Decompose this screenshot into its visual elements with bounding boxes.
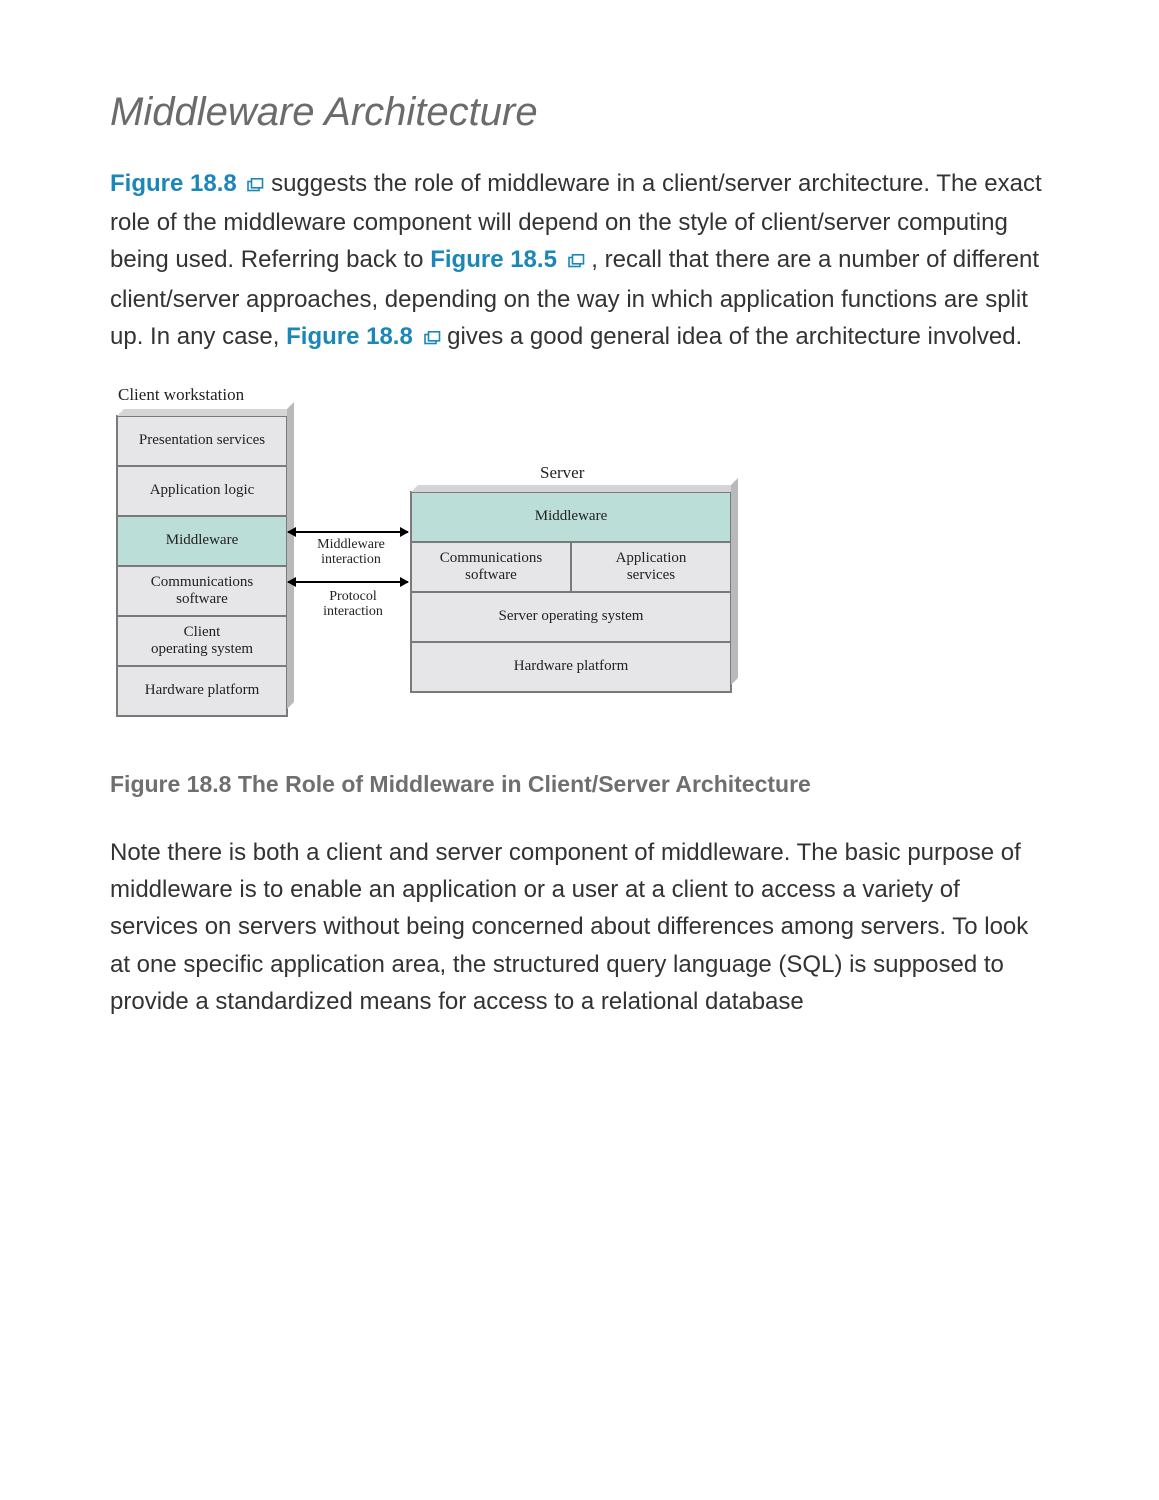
middleware-architecture-diagram: Client workstation Server Presentation s… — [110, 385, 770, 745]
client-workstation-label: Client workstation — [118, 385, 244, 405]
server-communications-layer: Communications software — [411, 542, 571, 592]
client-stack: Presentation services Application logic … — [116, 415, 288, 717]
intro-paragraph: Figure 18.8 suggests the role of middlew… — [110, 165, 1049, 357]
figure-ref-label: Figure 18.8 — [110, 170, 237, 197]
text-fragment: gives a good general idea of the archite… — [447, 323, 1022, 350]
section-heading: Middleware Architecture — [110, 90, 1049, 135]
figure-ref-label: Figure 18.8 — [286, 323, 413, 350]
server-os-layer: Server operating system — [411, 592, 731, 642]
figure-caption: Figure 18.8 The Role of Middleware in Cl… — [110, 771, 1049, 798]
popup-icon — [246, 167, 264, 204]
figure-ref-18-5[interactable]: Figure 18.5 — [430, 246, 591, 273]
figure-ref-18-8-a[interactable]: Figure 18.8 — [110, 170, 271, 197]
popup-icon — [567, 243, 585, 280]
protocol-interaction-arrow — [288, 581, 408, 583]
figure-ref-18-8-b[interactable]: Figure 18.8 — [286, 323, 447, 350]
server-hardware-layer: Hardware platform — [411, 642, 731, 692]
middleware-interaction-label: Middleware interaction — [308, 537, 394, 568]
client-communications-layer: Communications software — [117, 566, 287, 616]
server-application-services-layer: Application services — [571, 542, 731, 592]
server-middleware-layer: Middleware — [411, 492, 731, 542]
middleware-interaction-arrow — [288, 531, 408, 533]
server-stack: Middleware Communications software Appli… — [410, 491, 732, 693]
protocol-interaction-label: Protocol interaction — [316, 589, 390, 620]
popup-icon — [423, 320, 441, 357]
figure-ref-label: Figure 18.5 — [430, 246, 557, 273]
client-presentation-layer: Presentation services — [117, 416, 287, 466]
server-label: Server — [540, 463, 584, 483]
client-hardware-layer: Hardware platform — [117, 666, 287, 716]
client-application-logic-layer: Application logic — [117, 466, 287, 516]
body-paragraph: Note there is both a client and server c… — [110, 834, 1049, 1020]
client-middleware-layer: Middleware — [117, 516, 287, 566]
client-os-layer: Client operating system — [117, 616, 287, 666]
